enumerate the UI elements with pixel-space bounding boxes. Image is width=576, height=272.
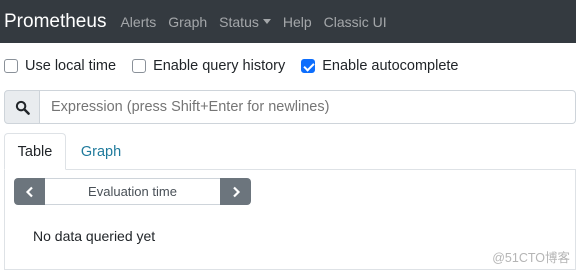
use-local-time-checkbox[interactable] xyxy=(4,59,18,73)
brand-link[interactable]: Prometheus xyxy=(4,11,106,33)
no-data-message: No data queried yet xyxy=(33,228,156,244)
search-icon-addon xyxy=(4,90,40,124)
chevron-left-icon xyxy=(25,186,33,197)
table-tab-panel: Evaluation time No data queried yet xyxy=(4,170,576,270)
watermark: @51CTO博客 xyxy=(492,251,570,265)
use-local-time-option[interactable]: Use local time xyxy=(4,58,116,74)
expression-bar xyxy=(4,90,576,124)
nav-graph[interactable]: Graph xyxy=(168,14,207,30)
query-panel: Table Graph Evaluation time No data quer… xyxy=(4,133,576,270)
enable-query-history-checkbox[interactable] xyxy=(132,59,147,73)
nav-alerts[interactable]: Alerts xyxy=(120,14,156,30)
expression-input[interactable] xyxy=(40,90,576,124)
evaluation-time-input[interactable]: Evaluation time xyxy=(45,178,220,205)
search-icon xyxy=(15,100,30,115)
navbar: Prometheus Alerts Graph Status Help Clas… xyxy=(0,0,576,43)
use-local-time-label: Use local time xyxy=(25,58,117,74)
tab-table[interactable]: Table xyxy=(4,133,66,170)
enable-query-history-option[interactable]: Enable query history xyxy=(132,58,285,74)
query-options: Use local time Enable query history Enab… xyxy=(4,56,475,76)
enable-autocomplete-option[interactable]: Enable autocomplete xyxy=(301,58,459,74)
enable-autocomplete-label: Enable autocomplete xyxy=(322,58,459,74)
nav-status-dropdown[interactable]: Status xyxy=(219,14,271,30)
enable-query-history-label: Enable query history xyxy=(153,58,286,74)
tab-bar: Table Graph xyxy=(4,133,576,170)
previous-time-button[interactable] xyxy=(14,178,45,205)
nav-status-label: Status xyxy=(219,13,259,30)
tab-graph[interactable]: Graph xyxy=(70,133,132,170)
caret-down-icon xyxy=(262,19,271,24)
chevron-right-icon xyxy=(232,186,240,197)
next-time-button[interactable] xyxy=(220,178,251,205)
nav-classic-ui[interactable]: Classic UI xyxy=(324,14,387,30)
enable-autocomplete-checkbox[interactable] xyxy=(301,59,316,73)
nav-help[interactable]: Help xyxy=(283,14,312,30)
evaluation-time-picker: Evaluation time xyxy=(14,178,251,205)
